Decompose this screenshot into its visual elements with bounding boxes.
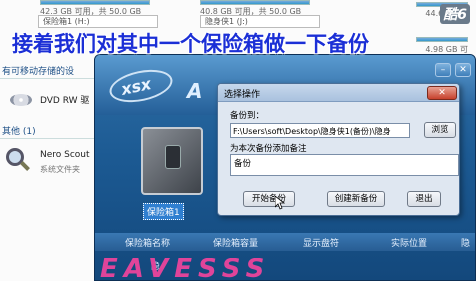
drive-h[interactable]: 保险箱1 (H:) (38, 15, 158, 29)
backup-to-label: 备份到： (230, 111, 265, 121)
section-other-title[interactable]: 其他 (1) (2, 124, 36, 137)
dialog-titlebar[interactable]: 选择操作 ✕ (218, 84, 459, 102)
column-actual-location[interactable]: 实际位置 (391, 236, 427, 249)
app-brand: A (187, 79, 204, 103)
section-divider (0, 138, 100, 139)
drive-j-label: 隐身侠1 (J:) (200, 15, 320, 28)
browse-button[interactable]: 浏览 (424, 122, 456, 138)
drive-usage-bar (416, 37, 468, 42)
column-safe-name[interactable]: 保险箱名称 (125, 236, 170, 249)
dvd-drive-item[interactable]: DVD RW 驱 (10, 90, 89, 108)
create-backup-button[interactable]: 创建新备份 (327, 191, 385, 207)
column-hidden[interactable]: 隐 (461, 236, 470, 249)
drive-usage-bar (200, 0, 310, 5)
note-label: 为本次备份添加备注 (230, 144, 307, 154)
drive-usage-bar (40, 0, 150, 5)
column-safe-capacity[interactable]: 保险箱容量 (213, 236, 258, 249)
section-removable-title[interactable]: 有可移动存储的设 (2, 64, 74, 77)
magnifier-icon (2, 146, 34, 176)
nero-scout-name: Nero Scout (40, 150, 90, 160)
dvd-drive-label: DVD RW 驱 (40, 95, 90, 106)
app-logo-text: xsx (119, 74, 153, 99)
exit-button[interactable]: 退出 (407, 191, 441, 207)
minimize-button[interactable]: – (435, 63, 451, 77)
nero-scout-type: 系统文件夹 (40, 165, 80, 174)
nero-scout-item[interactable]: Nero Scout 系统文件夹 (2, 146, 90, 176)
drive-j[interactable]: 隐身侠1 (J:) (200, 15, 320, 29)
drive-h-label: 保险箱1 (H:) (38, 15, 158, 28)
safe-name-label[interactable]: 保险箱1 (143, 203, 184, 220)
headline-caption: 接着我们对其中一个保险箱做一下备份 (12, 32, 369, 56)
backup-path-input[interactable]: F:\Users\soft\Desktop\隐身侠1(备份)\隐身 (230, 123, 410, 138)
dvd-drive-icon (10, 90, 34, 108)
player-logo: 酷6 (440, 4, 470, 24)
watermark: EAVESSS (94, 258, 476, 281)
watermark-text: EAVESSS (100, 258, 271, 281)
start-backup-button[interactable]: 开始备份 (243, 191, 295, 207)
dialog-close-button[interactable]: ✕ (427, 86, 457, 100)
column-drive-letter[interactable]: 显示盘符 (303, 236, 339, 249)
app-logo-icon: xsx (106, 64, 176, 108)
select-operation-dialog: 选择操作 ✕ 备份到： F:\Users\soft\Desktop\隐身侠1(备… (217, 83, 460, 216)
close-button[interactable]: ✕ (455, 63, 471, 77)
safe-icon[interactable] (141, 127, 203, 195)
note-input[interactable]: 备份 (230, 154, 459, 176)
section-divider (0, 78, 100, 79)
dialog-title: 选择操作 (224, 90, 261, 100)
